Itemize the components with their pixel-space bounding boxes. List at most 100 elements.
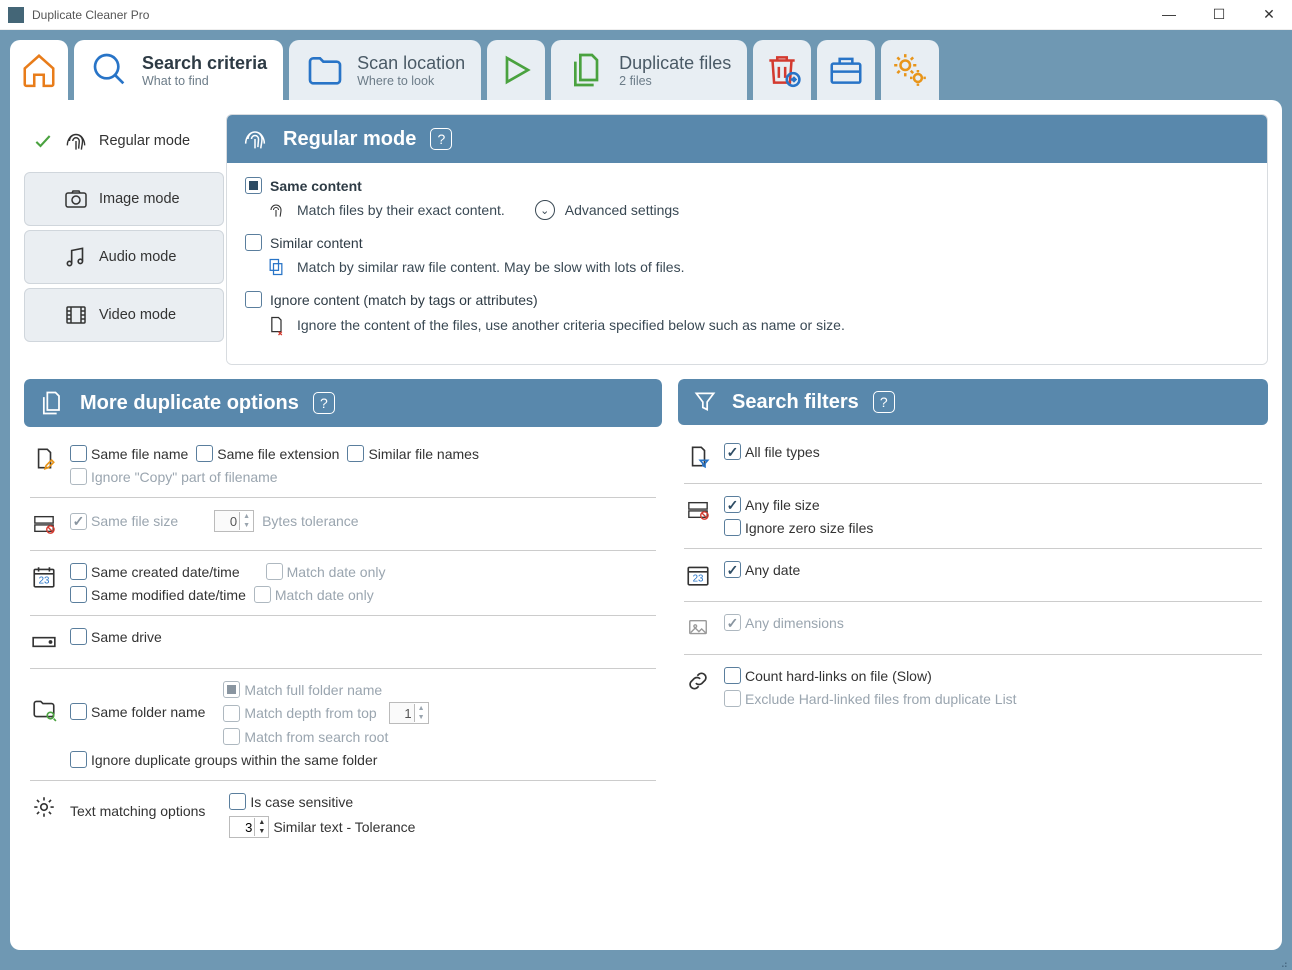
tab-title: Search criteria bbox=[142, 53, 267, 74]
checkbox-count-hardlinks[interactable] bbox=[724, 667, 741, 684]
minimize-button[interactable]: — bbox=[1154, 6, 1184, 23]
label: Similar text - Tolerance bbox=[273, 819, 415, 835]
checkbox-same-created[interactable] bbox=[70, 563, 87, 580]
size-icon bbox=[30, 510, 58, 538]
mode-video[interactable]: Video mode bbox=[24, 288, 224, 342]
tab-title: Scan location bbox=[357, 53, 465, 74]
checkbox-match-date-only-1 bbox=[266, 563, 283, 580]
label: Similar file names bbox=[368, 446, 478, 462]
checkbox-same-file-ext[interactable] bbox=[196, 445, 213, 462]
checkbox-ignore-zero[interactable] bbox=[724, 519, 741, 536]
close-button[interactable]: ✕ bbox=[1254, 6, 1284, 23]
svg-text:23: 23 bbox=[693, 574, 704, 585]
checkbox-same-modified[interactable] bbox=[70, 586, 87, 603]
help-button[interactable]: ? bbox=[430, 128, 452, 150]
ignore-file-icon bbox=[265, 314, 287, 336]
tab-search-criteria[interactable]: Search criteria What to find bbox=[74, 40, 283, 100]
folder-search-icon bbox=[30, 695, 58, 723]
check-icon bbox=[33, 131, 53, 151]
checkbox-ignore-content[interactable] bbox=[245, 291, 262, 308]
more-options-panel: More duplicate options ? Same file name … bbox=[24, 379, 662, 864]
label: Same drive bbox=[91, 629, 162, 645]
label: Any date bbox=[745, 562, 800, 578]
label-advanced-settings[interactable]: Advanced settings bbox=[565, 202, 679, 218]
tab-subtitle: What to find bbox=[142, 74, 267, 88]
app-icon bbox=[8, 7, 24, 23]
label: Any file size bbox=[745, 497, 820, 513]
svg-text:23: 23 bbox=[39, 576, 50, 587]
tab-subtitle: 2 files bbox=[619, 74, 731, 88]
label: Ignore zero size files bbox=[745, 520, 873, 536]
mode-sidebar: Regular mode Image mode Audio mode Video… bbox=[24, 114, 224, 365]
file-edit-icon bbox=[30, 445, 58, 473]
mode-label: Regular mode bbox=[99, 133, 190, 149]
tab-settings[interactable] bbox=[881, 40, 939, 100]
tab-home[interactable] bbox=[10, 40, 68, 100]
checkbox-same-content[interactable] bbox=[245, 177, 262, 194]
help-button[interactable]: ? bbox=[873, 391, 895, 413]
label: Is case sensitive bbox=[250, 794, 353, 810]
duplicate-icon bbox=[38, 389, 66, 417]
tab-subtitle: Where to look bbox=[357, 74, 465, 88]
home-icon bbox=[19, 50, 59, 90]
checkbox-any-dimensions bbox=[724, 614, 741, 631]
label: Count hard-links on file (Slow) bbox=[745, 668, 932, 684]
checkbox-same-drive[interactable] bbox=[70, 628, 87, 645]
briefcase-icon bbox=[826, 50, 866, 90]
label: Exclude Hard-linked files from duplicate… bbox=[745, 691, 1017, 707]
checkbox-match-full-folder bbox=[223, 681, 240, 698]
checkbox-any-date[interactable] bbox=[724, 561, 741, 578]
similar-files-icon bbox=[265, 257, 287, 277]
checkbox-same-folder-name[interactable] bbox=[70, 703, 87, 720]
label: Any dimensions bbox=[745, 615, 844, 631]
tab-scan-location[interactable]: Scan location Where to look bbox=[289, 40, 481, 100]
bytes-tolerance-spinner: ▲▼ bbox=[214, 510, 254, 532]
tab-duplicate-files[interactable]: Duplicate files 2 files bbox=[551, 40, 747, 100]
desc-same-content: Match files by their exact content. bbox=[297, 202, 505, 218]
panel-title: More duplicate options bbox=[80, 392, 299, 415]
maximize-button[interactable]: ☐ bbox=[1204, 6, 1234, 23]
search-filters-panel: Search filters ? All file types bbox=[678, 379, 1268, 733]
label-similar-content: Similar content bbox=[270, 235, 363, 251]
label: Same file size bbox=[91, 513, 178, 529]
label: Ignore duplicate groups within the same … bbox=[91, 752, 377, 768]
checkbox-similar-content[interactable] bbox=[245, 234, 262, 251]
checkbox-ignore-same-folder[interactable] bbox=[70, 751, 87, 768]
label: Same file name bbox=[91, 446, 188, 462]
checkbox-ignore-copy bbox=[70, 468, 87, 485]
panel-title: Regular mode bbox=[283, 128, 416, 151]
fingerprint-icon bbox=[241, 125, 269, 153]
label: Match from search root bbox=[244, 729, 388, 745]
regular-mode-panel: Regular mode ? Same content Match files … bbox=[226, 114, 1268, 365]
checkbox-similar-file-names[interactable] bbox=[347, 445, 364, 462]
checkbox-same-file-name[interactable] bbox=[70, 445, 87, 462]
fingerprint-icon bbox=[265, 200, 287, 220]
funnel-icon bbox=[692, 389, 718, 415]
tab-remove[interactable] bbox=[753, 40, 811, 100]
link-icon bbox=[684, 667, 712, 695]
tab-start-scan[interactable] bbox=[487, 40, 545, 100]
mode-image[interactable]: Image mode bbox=[24, 172, 224, 226]
checkbox-match-date-only-2 bbox=[254, 586, 271, 603]
file-filter-icon bbox=[684, 443, 712, 471]
checkbox-exclude-hardlinked bbox=[724, 690, 741, 707]
desc-similar-content: Match by similar raw file content. May b… bbox=[297, 259, 684, 275]
checkbox-all-file-types[interactable] bbox=[724, 443, 741, 460]
checkbox-same-file-size bbox=[70, 513, 87, 530]
mode-audio[interactable]: Audio mode bbox=[24, 230, 224, 284]
camera-icon bbox=[61, 187, 91, 211]
resize-grip[interactable]: ⣠ bbox=[1281, 957, 1288, 968]
mode-label: Video mode bbox=[99, 307, 176, 323]
tab-toolbox[interactable] bbox=[817, 40, 875, 100]
label-same-content: Same content bbox=[270, 178, 362, 194]
checkbox-case-sensitive[interactable] bbox=[229, 793, 246, 810]
help-button[interactable]: ? bbox=[313, 392, 335, 414]
label: Ignore "Copy" part of filename bbox=[91, 469, 278, 485]
checkbox-match-from-root bbox=[223, 728, 240, 745]
expand-advanced-button[interactable]: ⌄ bbox=[535, 200, 555, 220]
mode-regular[interactable]: Regular mode bbox=[24, 114, 224, 168]
similar-tolerance-spinner[interactable]: ▲▼ bbox=[229, 816, 269, 838]
label: Same modified date/time bbox=[91, 587, 246, 603]
checkbox-any-file-size[interactable] bbox=[724, 496, 741, 513]
calendar-icon: 23 bbox=[30, 563, 58, 591]
